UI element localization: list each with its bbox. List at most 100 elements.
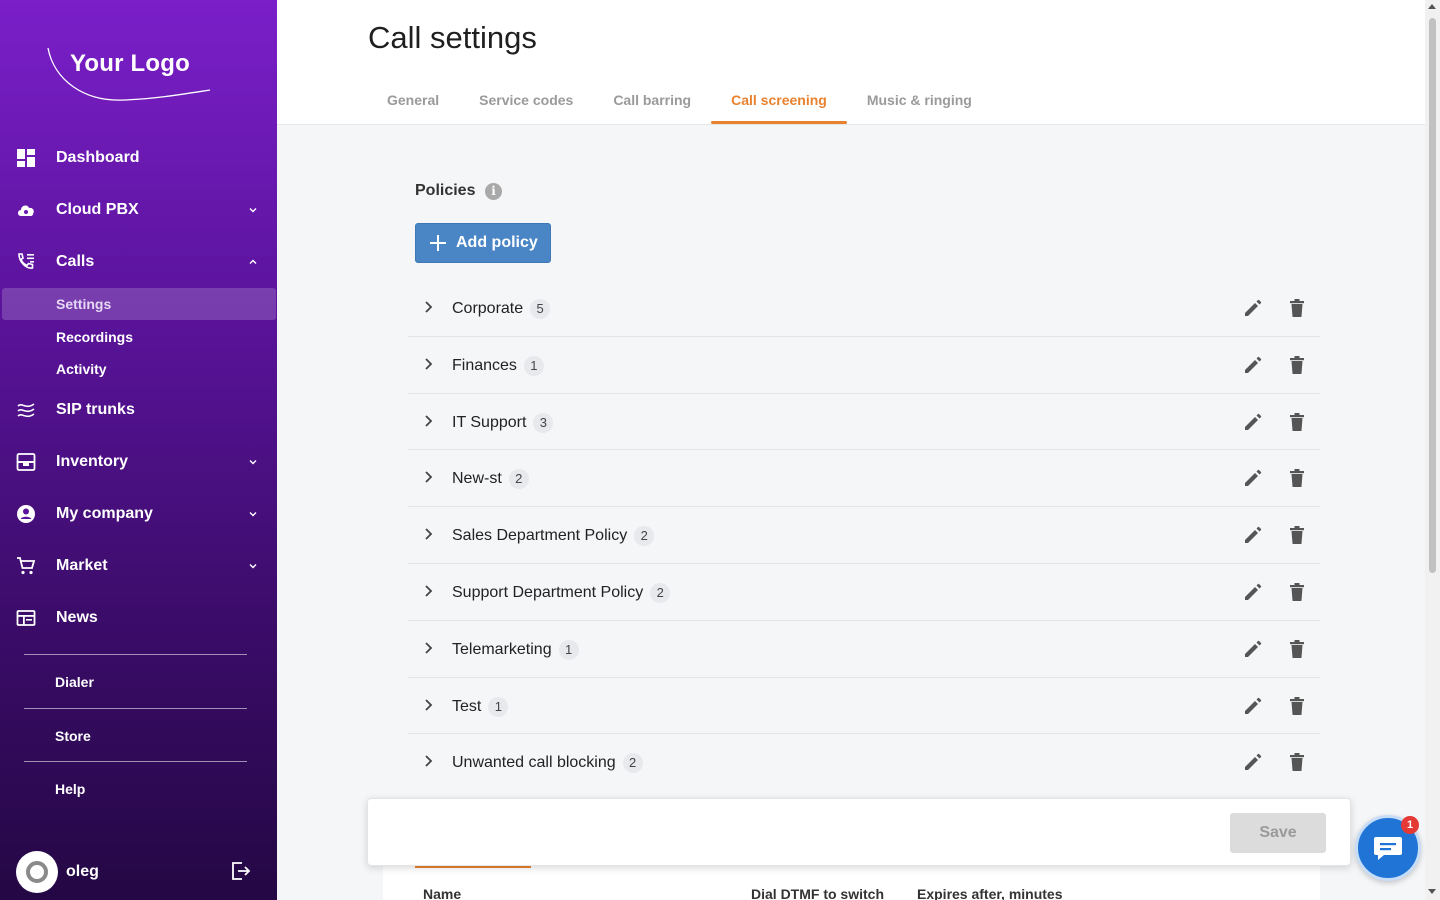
tab-bar: General Service codes Call barring Call … (367, 82, 992, 124)
policy-count-badge: 1 (558, 639, 579, 660)
delete-icon[interactable] (1286, 638, 1308, 660)
edit-icon[interactable] (1242, 638, 1264, 660)
edit-icon[interactable] (1242, 467, 1264, 489)
tab-general[interactable]: General (367, 82, 459, 124)
sidebar-item-dashboard[interactable]: Dashboard (0, 138, 277, 178)
sidebar-item-my-company[interactable]: My company (0, 494, 277, 534)
user-profile[interactable]: oleg (16, 851, 99, 893)
edit-icon[interactable] (1242, 354, 1264, 376)
sidebar-item-inventory[interactable]: Inventory (0, 442, 277, 482)
edit-icon[interactable] (1242, 524, 1264, 546)
sidebar-subitem-activity[interactable]: Activity (0, 353, 277, 385)
sidebar-divider (24, 761, 247, 762)
tab-service-codes[interactable]: Service codes (459, 82, 593, 124)
logo[interactable]: Your Logo (44, 40, 214, 110)
sidebar-subitem-recordings[interactable]: Recordings (0, 321, 277, 353)
save-button[interactable]: Save (1230, 813, 1326, 853)
policy-name: Telemarketing (452, 640, 552, 658)
policy-row[interactable]: Test 1 (408, 678, 1320, 735)
sidebar-link-dialer[interactable]: Dialer (55, 674, 94, 690)
chevron-right-icon[interactable] (422, 754, 434, 768)
delete-icon[interactable] (1286, 695, 1308, 717)
chevron-down-icon (249, 512, 257, 517)
sidebar-item-calls[interactable]: Calls (0, 242, 277, 282)
sidebar-item-news[interactable]: News (0, 598, 277, 638)
delete-icon[interactable] (1286, 297, 1308, 319)
tab-call-screening[interactable]: Call screening (711, 82, 847, 124)
chevron-right-icon[interactable] (422, 300, 434, 314)
sidebar-subitem-settings[interactable]: Settings (2, 288, 276, 320)
edit-icon[interactable] (1242, 695, 1264, 717)
policy-name: Test (452, 697, 482, 715)
inventory-icon (16, 453, 36, 471)
sidebar-item-cloud-pbx[interactable]: Cloud PBX (0, 190, 277, 230)
sidebar-link-help[interactable]: Help (55, 781, 85, 797)
policy-name-wrapper: IT Support 3 (452, 412, 554, 433)
logo-text: Your Logo (70, 50, 190, 77)
policy-name-wrapper: Sales Department Policy 2 (452, 526, 655, 547)
info-icon[interactable]: i (485, 183, 502, 200)
policy-row[interactable]: Sales Department Policy 2 (408, 507, 1320, 564)
edit-icon[interactable] (1242, 411, 1264, 433)
edit-icon[interactable] (1242, 297, 1264, 319)
cart-icon (17, 557, 36, 575)
logout-icon[interactable] (229, 860, 251, 882)
chevron-right-icon[interactable] (422, 357, 434, 371)
policy-row[interactable]: New-st 2 (408, 450, 1320, 508)
delete-icon[interactable] (1286, 467, 1308, 489)
sidebar-divider (24, 708, 247, 709)
chevron-right-icon[interactable] (422, 698, 434, 712)
chevron-right-icon[interactable] (422, 527, 434, 541)
sidebar: Your Logo Dashboard Cloud PBX Calls Sett… (0, 0, 277, 900)
policy-name: Sales Department Policy (452, 527, 628, 545)
policy-name: Unwanted call blocking (452, 754, 616, 772)
sidebar-item-sip-trunks[interactable]: SIP trunks (0, 390, 277, 430)
delete-icon[interactable] (1286, 524, 1308, 546)
policy-name-wrapper: Unwanted call blocking 2 (452, 753, 643, 774)
policy-name-wrapper: Telemarketing 1 (452, 639, 579, 660)
scroll-down-arrow-icon[interactable] (1428, 889, 1436, 894)
edit-icon[interactable] (1242, 751, 1264, 773)
edit-icon[interactable] (1242, 581, 1264, 603)
column-header-expires[interactable]: Expires after, minutes (917, 886, 1063, 900)
policy-row[interactable]: Corporate 5 (408, 280, 1320, 337)
delete-icon[interactable] (1286, 354, 1308, 376)
policy-count-badge: 2 (650, 582, 671, 603)
delete-icon[interactable] (1286, 411, 1308, 433)
column-header-dtmf[interactable]: Dial DTMF to switch (751, 886, 884, 900)
scrollbar[interactable] (1425, 0, 1440, 900)
policy-row[interactable]: Finances 1 (408, 337, 1320, 394)
tab-music-ringing[interactable]: Music & ringing (847, 82, 992, 124)
chevron-right-icon[interactable] (422, 584, 434, 598)
policy-name: New-st (452, 470, 502, 488)
policy-row[interactable]: Telemarketing 1 (408, 621, 1320, 678)
policy-row[interactable]: Unwanted call blocking 2 (408, 734, 1320, 791)
chevron-right-icon[interactable] (422, 641, 434, 655)
delete-icon[interactable] (1286, 581, 1308, 603)
policy-list: Corporate 5 Finances 1 IT Support 3 New-… (408, 280, 1320, 791)
scroll-up-arrow-icon[interactable] (1428, 4, 1436, 9)
sidebar-link-store[interactable]: Store (55, 728, 91, 744)
cloud-icon (18, 205, 34, 216)
sidebar-item-label: Cloud PBX (56, 201, 139, 218)
policy-row[interactable]: Support Department Policy 2 (408, 564, 1320, 621)
chevron-right-icon[interactable] (422, 414, 434, 428)
chevron-right-icon[interactable] (422, 470, 434, 484)
delete-icon[interactable] (1286, 751, 1308, 773)
scrollbar-thumb[interactable] (1429, 18, 1436, 573)
sidebar-subitem-label: Recordings (56, 329, 134, 345)
policy-row[interactable]: IT Support 3 (408, 394, 1320, 451)
policy-count-badge: 2 (634, 526, 655, 547)
sidebar-item-market[interactable]: Market (0, 546, 277, 586)
column-header-name[interactable]: Name (423, 886, 461, 900)
policy-name: IT Support (452, 413, 527, 431)
policy-name-wrapper: Support Department Policy 2 (452, 582, 671, 603)
policy-count-badge: 5 (530, 299, 551, 319)
notification-badge: 1 (1401, 816, 1419, 834)
policies-title: Policies (415, 182, 476, 199)
add-policy-button[interactable]: Add policy (415, 223, 551, 263)
tab-call-barring[interactable]: Call barring (593, 82, 711, 124)
sidebar-item-label: SIP trunks (56, 401, 135, 418)
policy-count-badge: 1 (488, 696, 509, 717)
sidebar-subitem-label: Activity (56, 361, 107, 377)
